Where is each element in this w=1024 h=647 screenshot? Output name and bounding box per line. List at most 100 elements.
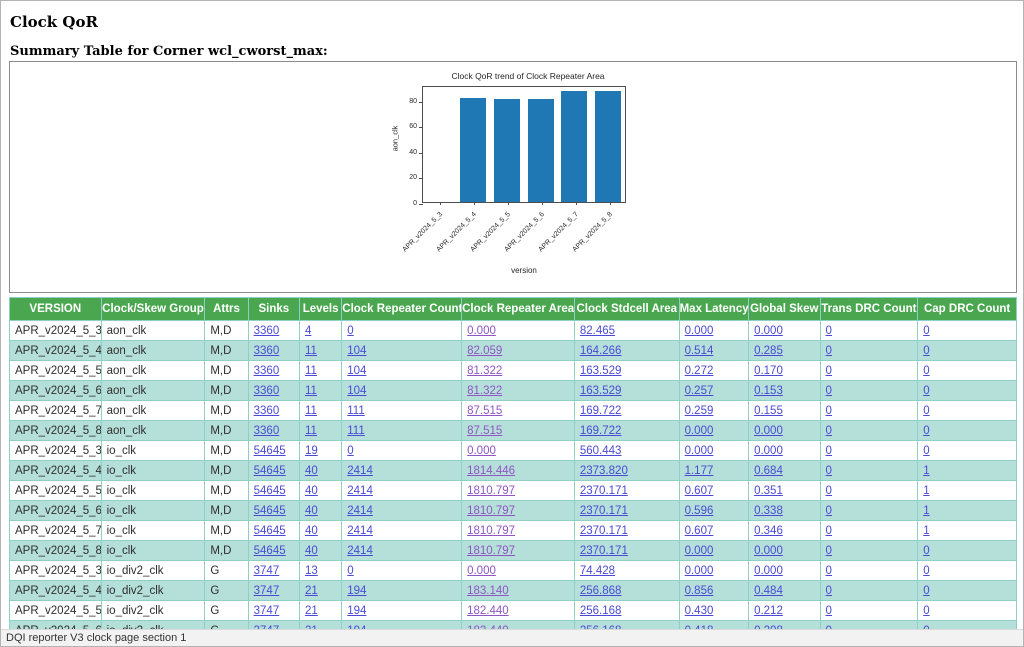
metric-link[interactable]: 0.000 — [685, 545, 714, 557]
metric-link[interactable]: 194 — [347, 605, 366, 617]
metric-link[interactable]: 40 — [305, 485, 318, 497]
metric-link[interactable]: 0 — [923, 425, 929, 437]
metric-link[interactable]: 82.465 — [580, 325, 615, 337]
metric-link[interactable]: 104 — [347, 385, 366, 397]
metric-link[interactable]: 0.000 — [754, 325, 783, 337]
metric-link[interactable]: 3360 — [254, 365, 280, 377]
metric-link[interactable]: 0 — [347, 445, 353, 457]
metric-link[interactable]: 2414 — [347, 465, 373, 477]
metric-link[interactable]: 3747 — [254, 605, 280, 617]
metric-link[interactable]: 0.607 — [685, 525, 714, 537]
metric-link[interactable]: 2370.171 — [580, 525, 628, 537]
metric-link[interactable]: 111 — [347, 405, 364, 417]
metric-link[interactable]: 3360 — [254, 325, 280, 337]
metric-link[interactable]: 0.000 — [685, 325, 714, 337]
metric-link[interactable]: 0.000 — [685, 565, 714, 577]
metric-link[interactable]: 0.170 — [754, 365, 783, 377]
metric-link[interactable]: 81.322 — [467, 385, 502, 397]
metric-link[interactable]: 0.000 — [685, 445, 714, 457]
metric-link[interactable]: 1 — [923, 525, 929, 537]
metric-link[interactable]: 0.285 — [754, 345, 783, 357]
metric-link[interactable]: 0.346 — [754, 525, 783, 537]
metric-link[interactable]: 0.259 — [685, 405, 714, 417]
metric-link[interactable]: 74.428 — [580, 565, 615, 577]
metric-link[interactable]: 0.607 — [685, 485, 714, 497]
metric-link[interactable]: 1 — [923, 465, 929, 477]
metric-link[interactable]: 3360 — [254, 385, 280, 397]
metric-link[interactable]: 0 — [826, 565, 832, 577]
metric-link[interactable]: 0.153 — [754, 385, 783, 397]
metric-link[interactable]: 164.266 — [580, 345, 622, 357]
metric-link[interactable]: 560.443 — [580, 445, 622, 457]
metric-link[interactable]: 256.168 — [580, 605, 622, 617]
metric-link[interactable]: 40 — [305, 545, 318, 557]
metric-link[interactable]: 54645 — [254, 545, 286, 557]
metric-link[interactable]: 0 — [347, 565, 353, 577]
metric-link[interactable]: 0 — [826, 425, 832, 437]
metric-link[interactable]: 2370.171 — [580, 485, 628, 497]
metric-link[interactable]: 1810.797 — [467, 525, 515, 537]
metric-link[interactable]: 11 — [305, 425, 317, 437]
metric-link[interactable]: 87.515 — [467, 405, 502, 417]
metric-link[interactable]: 1 — [923, 485, 929, 497]
metric-link[interactable]: 13 — [305, 565, 318, 577]
metric-link[interactable]: 0.000 — [467, 325, 496, 337]
metric-link[interactable]: 0 — [923, 565, 929, 577]
metric-link[interactable]: 163.529 — [580, 365, 622, 377]
metric-link[interactable]: 0.351 — [754, 485, 783, 497]
metric-link[interactable]: 11 — [305, 345, 317, 357]
metric-link[interactable]: 82.059 — [467, 345, 502, 357]
metric-link[interactable]: 2414 — [347, 505, 373, 517]
metric-link[interactable]: 0.000 — [467, 565, 496, 577]
metric-link[interactable]: 4 — [305, 325, 311, 337]
metric-link[interactable]: 21 — [305, 605, 318, 617]
metric-link[interactable]: 54645 — [254, 505, 286, 517]
metric-link[interactable]: 0 — [826, 525, 832, 537]
metric-link[interactable]: 3360 — [254, 425, 280, 437]
metric-link[interactable]: 111 — [347, 425, 364, 437]
metric-link[interactable]: 21 — [305, 585, 318, 597]
metric-link[interactable]: 0 — [923, 345, 929, 357]
metric-link[interactable]: 0 — [923, 605, 929, 617]
metric-link[interactable]: 0 — [826, 605, 832, 617]
metric-link[interactable]: 1 — [923, 505, 929, 517]
metric-link[interactable]: 0 — [923, 385, 929, 397]
metric-link[interactable]: 0 — [826, 445, 832, 457]
metric-link[interactable]: 2414 — [347, 545, 373, 557]
metric-link[interactable]: 0 — [826, 545, 832, 557]
metric-link[interactable]: 2373.820 — [580, 465, 628, 477]
metric-link[interactable]: 0.484 — [754, 585, 783, 597]
metric-link[interactable]: 1810.797 — [467, 485, 515, 497]
metric-link[interactable]: 3360 — [254, 345, 280, 357]
metric-link[interactable]: 0.338 — [754, 505, 783, 517]
metric-link[interactable]: 169.722 — [580, 405, 622, 417]
metric-link[interactable]: 19 — [305, 445, 318, 457]
metric-link[interactable]: 3360 — [254, 405, 280, 417]
metric-link[interactable]: 1810.797 — [467, 545, 515, 557]
metric-link[interactable]: 163.529 — [580, 385, 622, 397]
metric-link[interactable]: 0.000 — [754, 425, 783, 437]
metric-link[interactable]: 0.000 — [685, 425, 714, 437]
metric-link[interactable]: 0 — [826, 365, 832, 377]
metric-link[interactable]: 256.868 — [580, 585, 622, 597]
metric-link[interactable]: 40 — [305, 525, 318, 537]
metric-link[interactable]: 2414 — [347, 485, 373, 497]
metric-link[interactable]: 0 — [923, 545, 929, 557]
metric-link[interactable]: 81.322 — [467, 365, 502, 377]
metric-link[interactable]: 182.440 — [467, 605, 509, 617]
metric-link[interactable]: 2370.171 — [580, 505, 628, 517]
metric-link[interactable]: 54645 — [254, 445, 286, 457]
metric-link[interactable]: 0.000 — [467, 445, 496, 457]
metric-link[interactable]: 2370.171 — [580, 545, 628, 557]
metric-link[interactable]: 0 — [826, 465, 832, 477]
metric-link[interactable]: 0 — [923, 325, 929, 337]
metric-link[interactable]: 54645 — [254, 465, 286, 477]
metric-link[interactable]: 0.514 — [685, 345, 714, 357]
metric-link[interactable]: 0 — [923, 585, 929, 597]
metric-link[interactable]: 1.177 — [685, 465, 714, 477]
metric-link[interactable]: 104 — [347, 345, 366, 357]
metric-link[interactable]: 0.596 — [685, 505, 714, 517]
metric-link[interactable]: 40 — [305, 465, 318, 477]
metric-link[interactable]: 0 — [923, 365, 929, 377]
metric-link[interactable]: 0.430 — [685, 605, 714, 617]
